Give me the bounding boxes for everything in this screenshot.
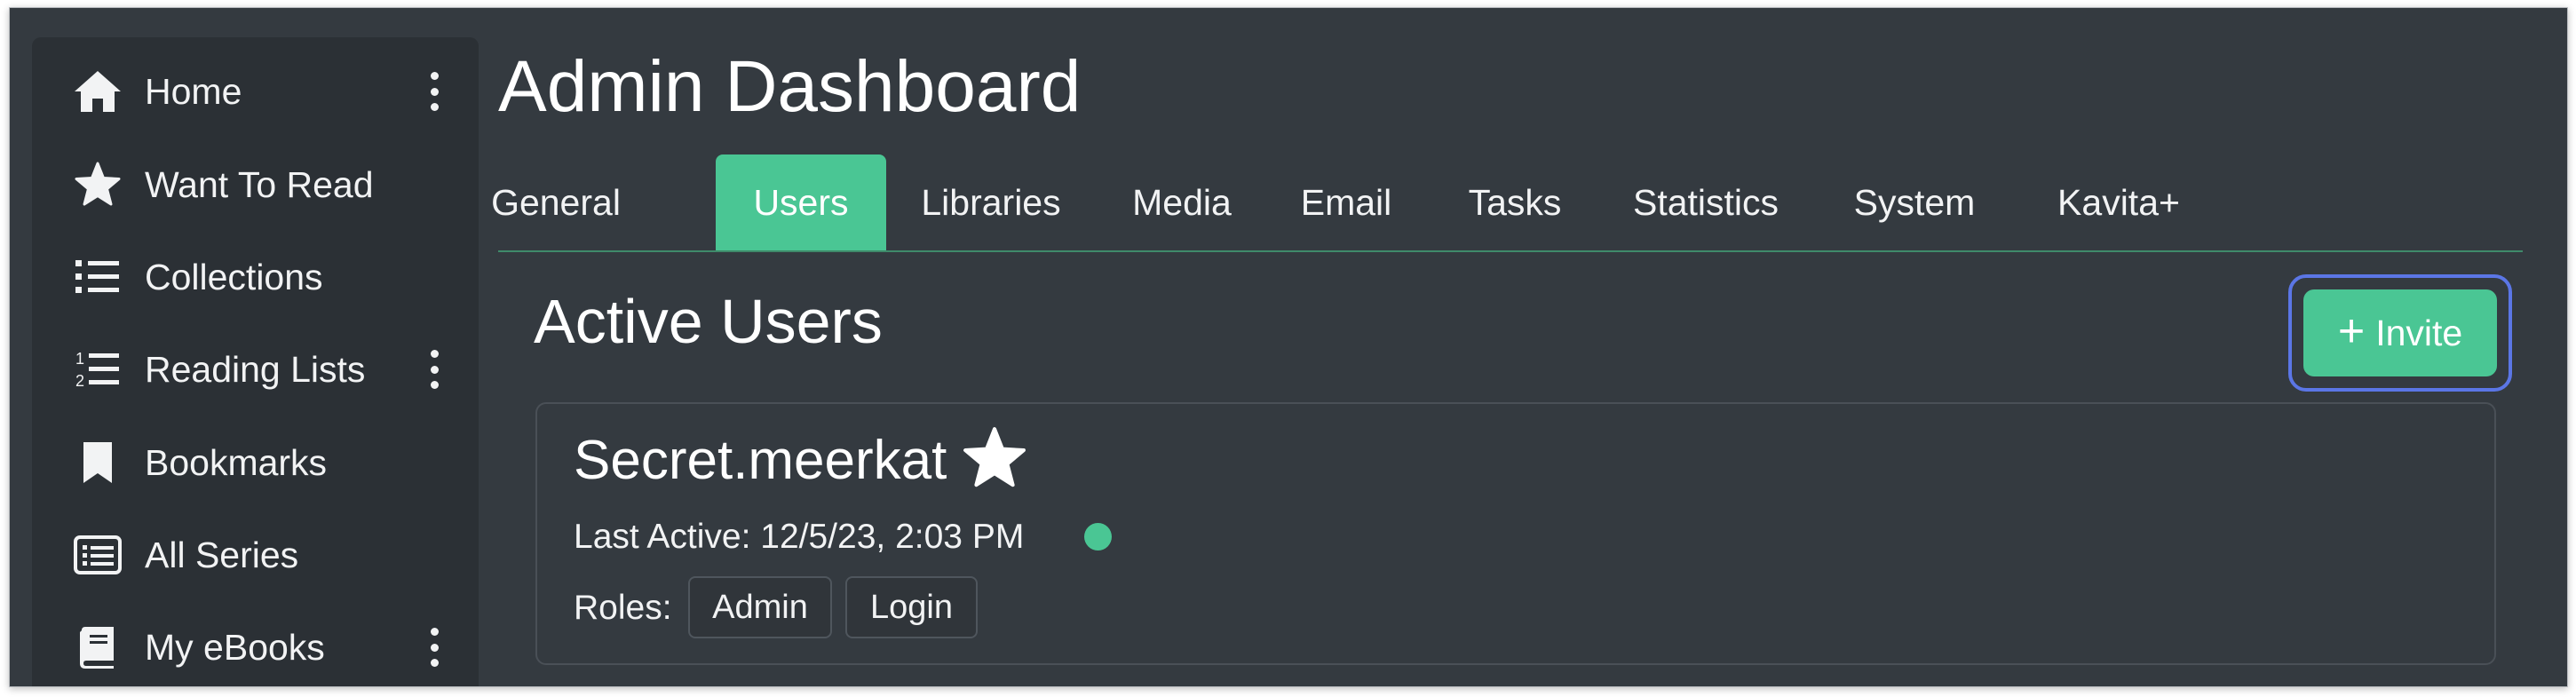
sidebar-item-bookmarks[interactable]: Bookmarks [32,423,479,503]
invite-label: Invite [2375,312,2463,353]
series-list-icon [71,528,124,582]
tab-email[interactable]: Email [1297,154,1395,250]
sidebar-item-all-series[interactable]: All Series [32,515,479,595]
invite-button[interactable]: + Invite [2303,289,2497,376]
sidebar-item-label: All Series [145,534,299,575]
sidebar-item-label: My eBooks [145,626,325,668]
last-active-label: Last Active: [574,518,751,556]
star-icon [71,158,124,211]
sidebar-item-label: Home [145,70,242,112]
more-options-icon[interactable] [424,625,445,669]
role-badge-admin: Admin [688,576,832,638]
sidebar-item-collections[interactable]: Collections [32,237,479,317]
more-options-icon[interactable] [424,69,445,114]
tab-tasks[interactable]: Tasks [1466,154,1564,250]
sidebar-item-label: Want To Read [145,163,374,205]
roles-label: Roles: [574,589,672,627]
book-icon [71,621,124,674]
star-icon [962,425,1027,491]
page-title: Admin Dashboard [498,46,1082,127]
sidebar: Home Want To Read Collections 1 2 Readin… [32,37,479,686]
tab-kavita-plus[interactable]: Kavita+ [2052,154,2185,250]
sidebar-item-home[interactable]: Home [32,51,479,131]
svg-text:1: 1 [75,350,84,368]
tab-general[interactable]: General [491,154,621,250]
sidebar-item-label: Bookmarks [145,441,328,483]
tab-media[interactable]: Media [1129,154,1235,250]
tab-bar: General Users Libraries Media Email Task… [491,154,2523,252]
last-active: Last Active: 12/5/23, 2:03 PM [574,518,1024,557]
sidebar-item-label: Reading Lists [145,348,366,390]
sidebar-item-reading-lists[interactable]: 1 2 Reading Lists [32,329,479,409]
tab-statistics[interactable]: Statistics [1626,154,1786,250]
tab-users[interactable]: Users [716,154,886,250]
role-badge-login: Login [845,576,978,638]
plus-icon: + [2337,305,2366,357]
bookmark-icon [71,436,124,489]
list-icon [71,250,124,304]
user-name: Secret.meerkat [574,430,947,491]
sidebar-item-my-ebooks[interactable]: My eBooks [32,607,479,686]
home-icon [71,65,124,118]
numbered-list-icon: 1 2 [71,343,124,396]
svg-text:2: 2 [75,372,84,390]
app-window: Home Want To Read Collections 1 2 Readin… [9,7,2568,687]
online-status-indicator [1084,523,1112,550]
last-active-value: 12/5/23, 2:03 PM [760,518,1025,556]
more-options-icon[interactable] [424,347,445,392]
tab-system[interactable]: System [1848,154,1981,250]
tab-libraries[interactable]: Libraries [915,154,1066,250]
tab-divider [498,250,2523,252]
sidebar-item-label: Collections [145,256,323,297]
section-title: Active Users [534,287,883,356]
sidebar-item-want-to-read[interactable]: Want To Read [32,145,479,225]
